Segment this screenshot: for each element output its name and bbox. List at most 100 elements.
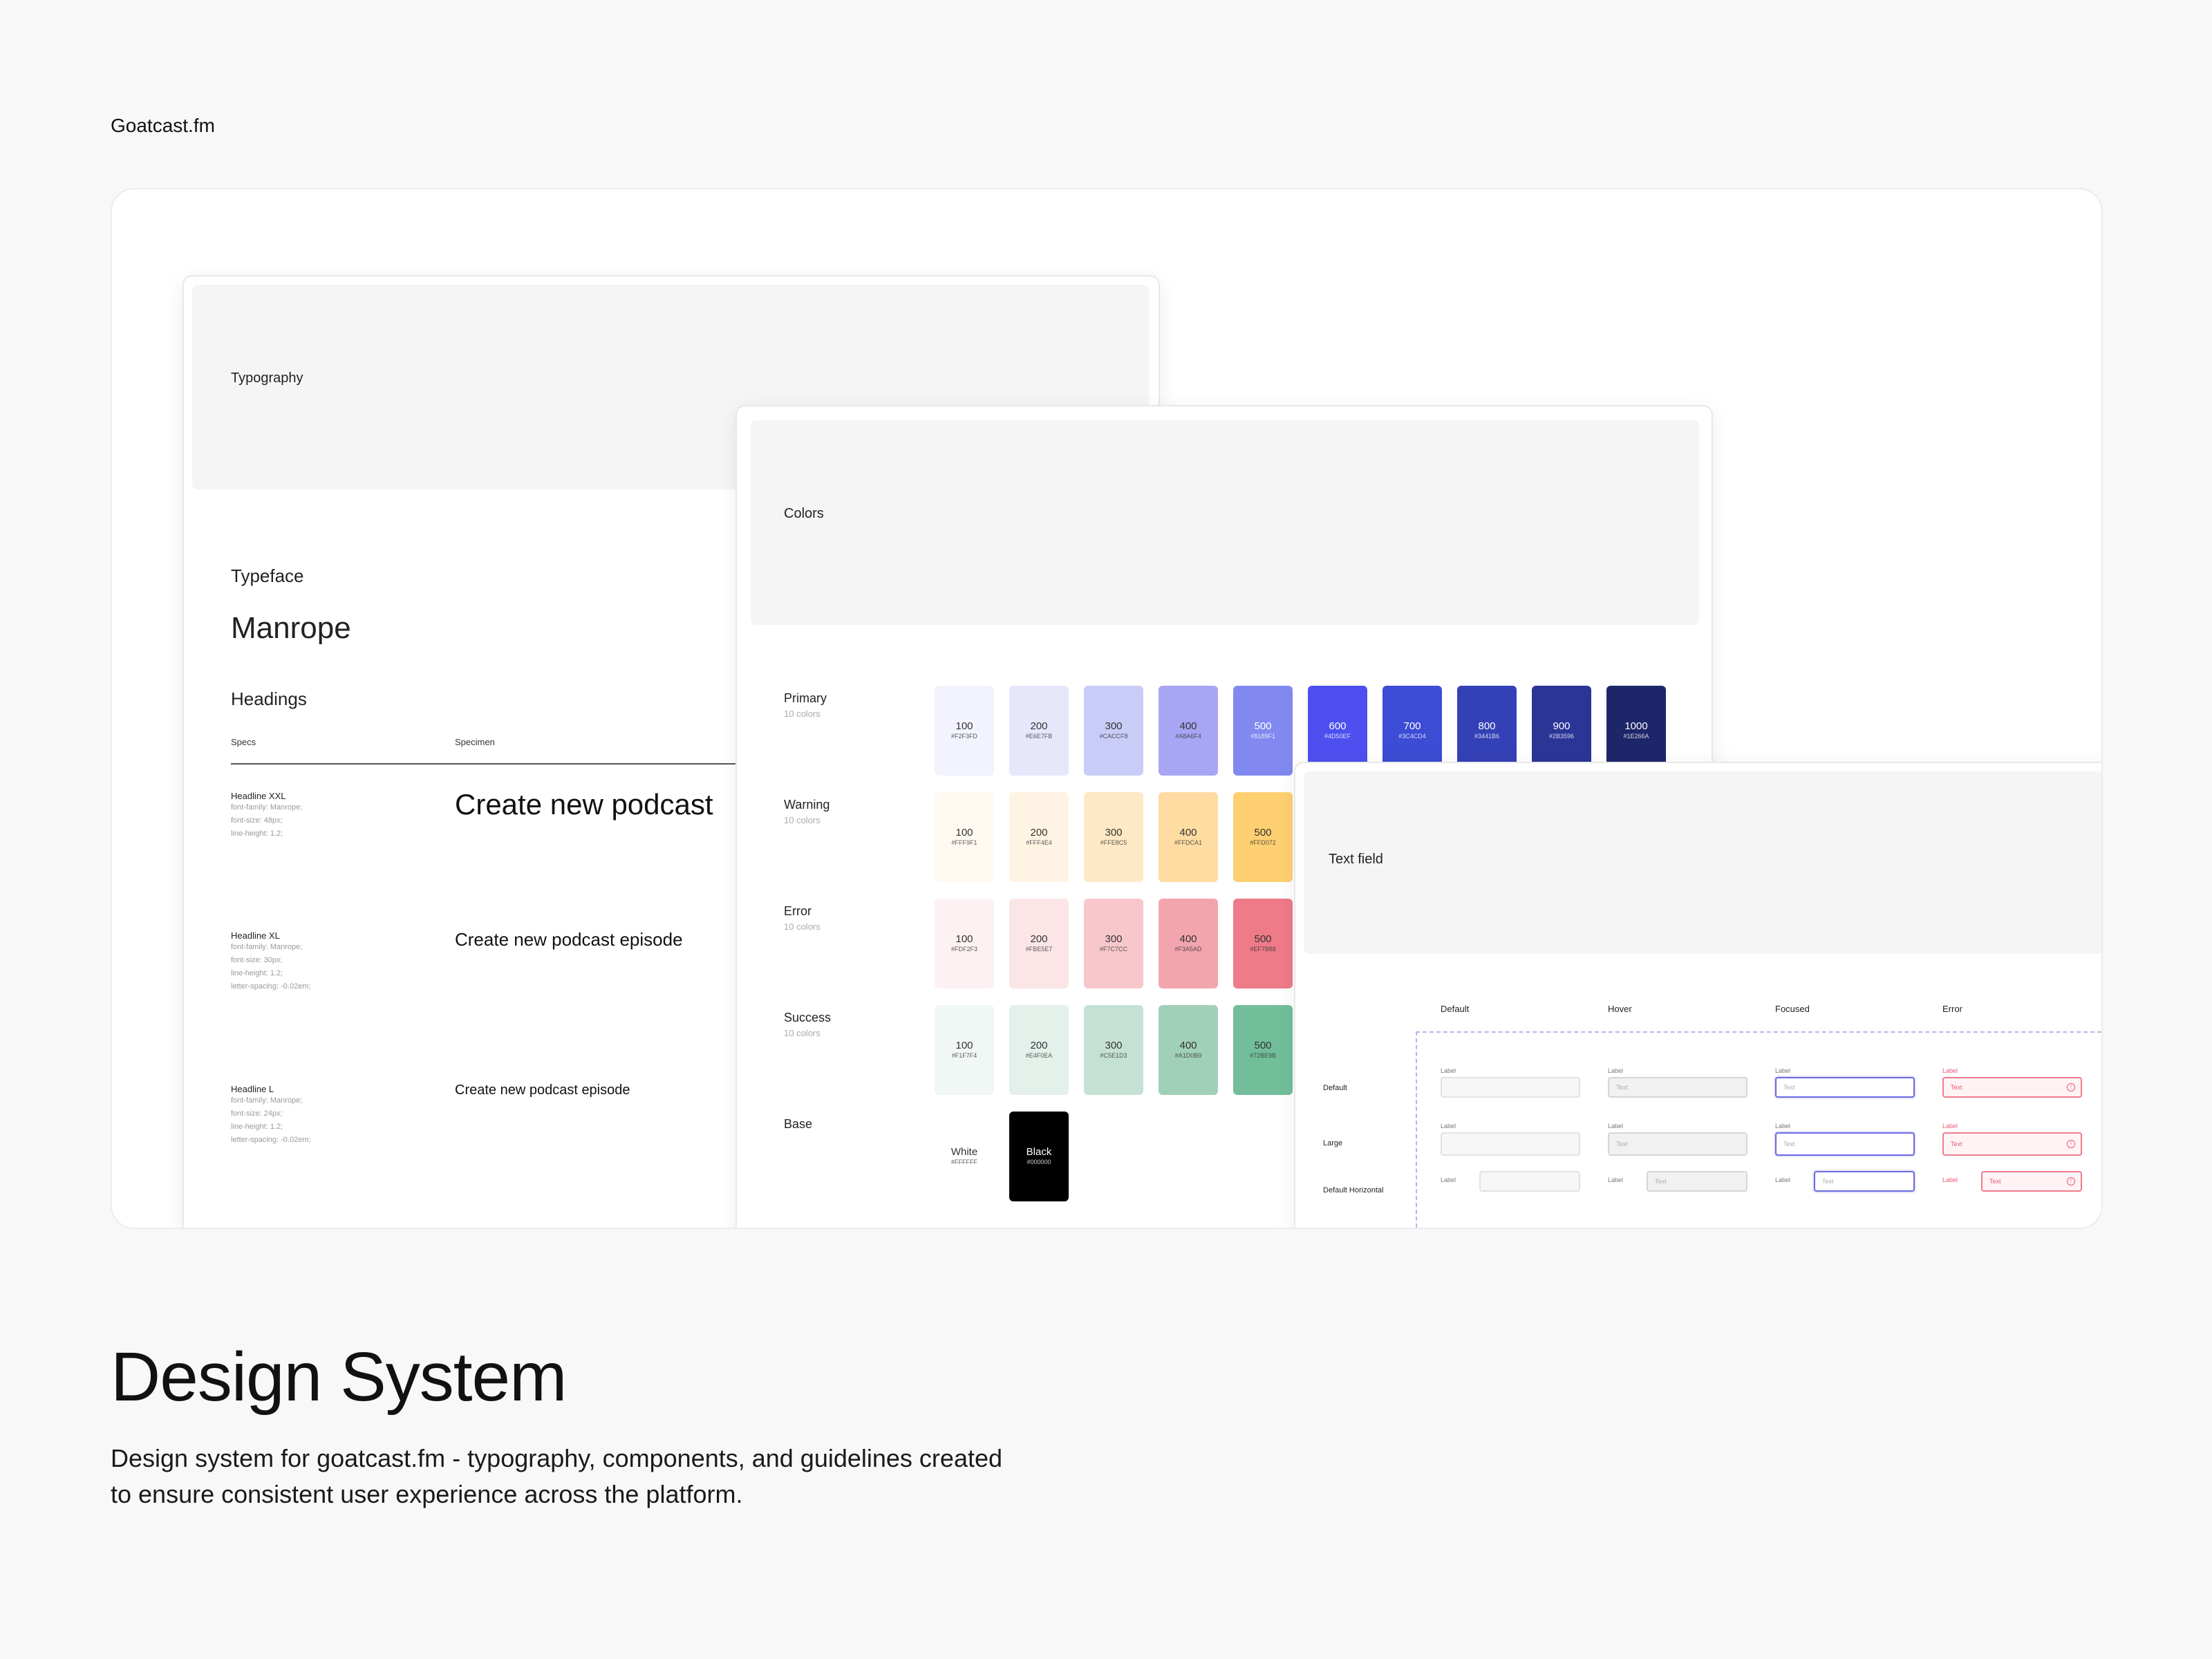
color-swatch: 300 #FFE8C5 [1084,792,1143,882]
color-group-count: 10 colors [784,815,821,825]
field-label: Label [1775,1067,1791,1074]
swatch-hex: #EF7B88 [1250,946,1276,953]
field-label: Label [1942,1123,1958,1130]
swatch-step: 100 [955,720,973,732]
swatch-step: 400 [1179,720,1197,732]
text-input[interactable]: Text [1814,1171,1915,1192]
field-label: Label [1942,1067,1958,1074]
swatch-hex: #4D50EF [1324,733,1351,740]
color-swatch: 100 #F2F3FD [935,686,994,776]
typography-header-title: Typography [231,371,303,386]
type-row-spec: font-family: Manrope; [231,1096,303,1105]
swatch-hex: #A1D0B9 [1174,1052,1202,1059]
type-row-spec: line-height: 1.2; [231,969,283,977]
type-row-spec: font-size: 30px; [231,956,283,964]
page-title: Design System [111,1338,567,1416]
state-row-label: Default [1323,1084,1347,1092]
colors-header-title: Colors [784,506,824,521]
preview-frame: Typography Typeface Manrope Headings Spe… [111,188,2103,1229]
swatch-step: 900 [1553,720,1571,732]
brand-label: Goatcast.fm [111,115,215,136]
text-input[interactable]: Text [1775,1132,1915,1156]
color-swatch: 300 #F7C7CC [1084,899,1143,988]
color-group-label: Warning 10 colors [784,798,830,825]
field-label: Label [1608,1177,1624,1183]
swatch-step: 400 [1179,933,1197,945]
swatch-step: 300 [1105,827,1123,838]
textfield-header: Text field [1304,771,2101,954]
swatch-step: 500 [1254,720,1272,732]
swatch-hex: #A8A6F4 [1175,733,1201,740]
text-input[interactable]: Text [1608,1077,1747,1098]
text-input[interactable] [1441,1077,1580,1098]
color-swatch: 400 #F3A5AD [1159,899,1218,988]
swatch-hex: #2B3596 [1548,733,1575,740]
color-swatch: 500 #EF7B88 [1233,899,1293,988]
swatch-step: 500 [1254,827,1272,838]
swatch-hex: #F3A5AD [1174,946,1202,953]
swatch-hex: #3441B6 [1474,733,1500,740]
color-group-name: Warning [784,798,830,812]
text-input[interactable]: Text [1775,1077,1915,1098]
swatch-hex: #C5E1D3 [1100,1052,1127,1059]
color-group-label: Error 10 colors [784,904,821,932]
swatch-hex: #FFDCA1 [1174,839,1202,846]
color-swatch: 300 #C5E1D3 [1084,1005,1143,1095]
field-label: Label [1775,1177,1791,1183]
swatch-hex: #FFF9F1 [951,839,977,846]
color-swatch: 200 #E4F0EA [1009,1005,1069,1095]
swatch-hex: #E4F0EA [1025,1052,1053,1059]
page-description: Design system for goatcast.fm - typograp… [111,1444,1003,1508]
text-input[interactable]: Text [1647,1171,1747,1192]
color-swatch: Black #000000 [1009,1112,1069,1201]
type-row-spec: font-family: Manrope; [231,943,303,951]
textfield-panel: Text field Default Hover Focused Error Defau… [1294,762,2101,1228]
text-input[interactable]: Text! [1981,1171,2082,1192]
color-swatch: 200 #FBE5E7 [1009,899,1069,988]
color-group-count: 10 colors [784,1028,821,1038]
color-group-name: Primary [784,691,827,705]
type-row: Headline XL font-family: Manrope; font-s… [231,930,311,993]
color-swatch: 200 #FFF4E4 [1009,792,1069,882]
type-row-spec: font-size: 48px; [231,816,283,825]
swatch-hex: #F1F7F4 [951,1052,977,1059]
text-input[interactable] [1441,1132,1580,1156]
error-icon: ! [2067,1177,2075,1185]
type-row-spec: letter-spacing: -0.02em; [231,1136,311,1144]
swatch-hex: #8189F1 [1250,733,1275,740]
type-row: Headline XXL font-family: Manrope; font-… [231,791,302,841]
color-swatch: 100 #FFF9F1 [935,792,994,882]
swatch-step: 400 [1179,1040,1197,1051]
field-label: Label [1608,1123,1624,1130]
text-input[interactable] [1479,1171,1580,1192]
textfield-header-title: Text field [1329,852,1383,867]
swatch-hex: #FFE8C5 [1100,839,1127,846]
swatch-step: 500 [1254,933,1272,945]
swatch-hex: #CACCF8 [1099,733,1128,740]
state-column-header: Hover [1608,1004,1632,1014]
swatch-hex: #FFFFFF [951,1159,977,1165]
field-label: Label [1608,1067,1624,1074]
swatch-hex: #FFD072 [1250,839,1276,846]
state-row-label: Large [1323,1139,1343,1147]
type-row-name: Headline XXL [231,791,286,801]
color-swatch: White #FFFFFF [935,1112,994,1201]
swatch-step: 100 [955,827,973,838]
type-row-spec: line-height: 1.2; [231,1123,283,1131]
swatch-step: 400 [1179,827,1197,838]
color-group-label: Success 10 colors [784,1011,831,1038]
color-swatch: 400 #A8A6F4 [1159,686,1218,776]
swatch-hex: #FFF4E4 [1026,839,1052,846]
text-input[interactable]: Text [1608,1132,1747,1156]
field-label: Label [1775,1123,1791,1130]
swatch-hex: #F7C7CC [1099,946,1127,953]
swatch-hex: #E6E7FB [1025,733,1053,740]
color-group-label: Base [784,1117,812,1132]
state-column-header: Error [1942,1004,1962,1014]
text-input[interactable]: Text! [1942,1132,2082,1156]
swatch-step: 300 [1105,1040,1123,1051]
type-specimen: Create new podcast episode [455,1082,630,1098]
error-icon: ! [2067,1140,2075,1148]
text-input[interactable]: Text! [1942,1077,2082,1098]
type-row-spec: letter-spacing: -0.02em; [231,982,311,991]
